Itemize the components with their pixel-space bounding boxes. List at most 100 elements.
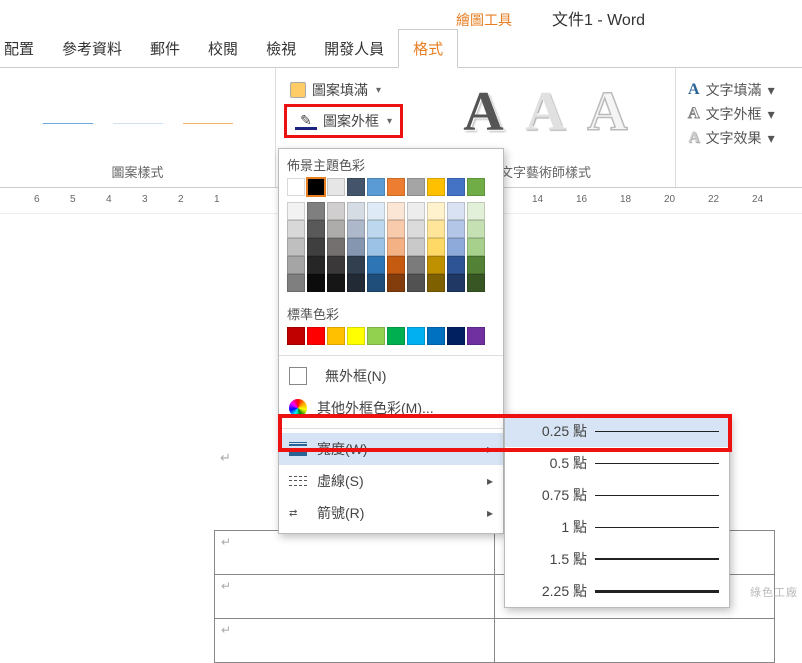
color-swatch[interactable] [307, 238, 325, 256]
wordart-style-3[interactable]: A [579, 80, 637, 144]
width-option[interactable]: 0.25 點 [505, 415, 729, 447]
wordart-style-2[interactable]: A [517, 80, 575, 144]
tab-檢視[interactable]: 檢視 [252, 30, 310, 67]
color-swatch[interactable] [387, 256, 405, 274]
color-swatch[interactable] [427, 202, 445, 220]
color-swatch[interactable] [347, 202, 365, 220]
color-swatch[interactable] [287, 202, 305, 220]
tab-郵件[interactable]: 郵件 [136, 30, 194, 67]
color-swatch[interactable] [367, 220, 385, 238]
shape-fill-button[interactable]: 圖案填滿 ▾ [284, 78, 387, 102]
color-swatch[interactable] [327, 327, 345, 345]
color-swatch[interactable] [327, 220, 345, 238]
color-swatch[interactable] [387, 274, 405, 292]
color-swatch[interactable] [447, 238, 465, 256]
color-swatch[interactable] [467, 220, 485, 238]
tab-開發人員[interactable]: 開發人員 [310, 30, 398, 67]
color-swatch[interactable] [427, 256, 445, 274]
color-swatch[interactable] [347, 327, 365, 345]
color-swatch[interactable] [367, 256, 385, 274]
color-swatch[interactable] [447, 256, 465, 274]
color-swatch[interactable] [407, 178, 425, 196]
color-swatch[interactable] [367, 274, 385, 292]
tab-配置[interactable]: 配置 [0, 30, 48, 67]
color-swatch[interactable] [307, 220, 325, 238]
color-swatch[interactable] [427, 327, 445, 345]
shape-outline-button[interactable]: ✎ 圖案外框 ▾ [284, 104, 403, 138]
color-swatch[interactable] [387, 202, 405, 220]
width-option[interactable]: 1.5 點 [505, 543, 729, 575]
color-swatch[interactable] [347, 178, 365, 196]
color-swatch[interactable] [467, 274, 485, 292]
color-swatch[interactable] [347, 238, 365, 256]
color-swatch[interactable] [287, 256, 305, 274]
line-style-2[interactable] [107, 110, 169, 136]
width-option[interactable]: 2.25 點 [505, 575, 729, 607]
color-swatch[interactable] [447, 202, 465, 220]
color-swatch[interactable] [387, 178, 405, 196]
color-swatch[interactable] [447, 274, 465, 292]
tab-校閱[interactable]: 校閱 [194, 30, 252, 67]
color-swatch[interactable] [307, 202, 325, 220]
color-swatch[interactable] [287, 178, 305, 196]
color-swatch[interactable] [407, 202, 425, 220]
color-swatch[interactable] [387, 238, 405, 256]
color-swatch[interactable] [287, 220, 305, 238]
color-swatch[interactable] [307, 327, 325, 345]
tab-參考資料[interactable]: 參考資料 [48, 30, 136, 67]
color-swatch[interactable] [287, 238, 305, 256]
color-swatch[interactable] [327, 256, 345, 274]
color-swatch[interactable] [447, 220, 465, 238]
color-swatch[interactable] [367, 327, 385, 345]
color-swatch[interactable] [447, 327, 465, 345]
color-swatch[interactable] [347, 274, 365, 292]
text-effects-button[interactable]: A文字效果▾ [688, 128, 775, 148]
color-swatch[interactable] [327, 178, 345, 196]
no-outline-item[interactable]: 無外框(N) [279, 360, 503, 392]
more-outline-colors-item[interactable]: 其他外框色彩(M)... [279, 392, 503, 424]
color-swatch[interactable] [427, 220, 445, 238]
color-swatch[interactable] [427, 238, 445, 256]
color-swatch[interactable] [307, 274, 325, 292]
width-option[interactable]: 0.75 點 [505, 479, 729, 511]
color-swatch[interactable] [307, 178, 325, 196]
outline-dashes-item[interactable]: 虛線(S) ▸ [279, 465, 503, 497]
color-swatch[interactable] [307, 256, 325, 274]
width-option[interactable]: 1 點 [505, 511, 729, 543]
color-swatch[interactable] [347, 220, 365, 238]
color-swatch[interactable] [427, 274, 445, 292]
color-swatch[interactable] [367, 238, 385, 256]
color-swatch[interactable] [327, 274, 345, 292]
width-option[interactable]: 0.5 點 [505, 447, 729, 479]
text-outline-button[interactable]: A文字外框▾ [688, 104, 775, 124]
outline-width-item[interactable]: 寬度(W) ▸ [279, 433, 503, 465]
color-swatch[interactable] [467, 238, 485, 256]
color-swatch[interactable] [287, 327, 305, 345]
color-swatch[interactable] [407, 256, 425, 274]
color-swatch[interactable] [467, 178, 485, 196]
color-swatch[interactable] [387, 327, 405, 345]
color-swatch[interactable] [467, 327, 485, 345]
text-fill-button[interactable]: A文字填滿▾ [688, 80, 775, 100]
outline-arrows-item[interactable]: ⇄ 箭號(R) ▸ [279, 497, 503, 529]
color-swatch[interactable] [407, 327, 425, 345]
color-swatch[interactable] [367, 178, 385, 196]
vertical-ruler[interactable] [0, 214, 24, 602]
color-swatch[interactable] [367, 202, 385, 220]
tab-格式[interactable]: 格式 [398, 29, 458, 68]
color-swatch[interactable] [447, 178, 465, 196]
color-swatch[interactable] [327, 238, 345, 256]
wordart-style-1[interactable]: A [455, 80, 513, 144]
color-swatch[interactable] [467, 256, 485, 274]
line-style-3[interactable] [177, 110, 239, 136]
color-swatch[interactable] [427, 178, 445, 196]
color-swatch[interactable] [327, 202, 345, 220]
color-swatch[interactable] [407, 274, 425, 292]
color-swatch[interactable] [347, 256, 365, 274]
line-style-1[interactable] [37, 110, 99, 136]
color-swatch[interactable] [287, 274, 305, 292]
color-swatch[interactable] [467, 202, 485, 220]
color-swatch[interactable] [407, 220, 425, 238]
color-swatch[interactable] [407, 238, 425, 256]
color-swatch[interactable] [387, 220, 405, 238]
